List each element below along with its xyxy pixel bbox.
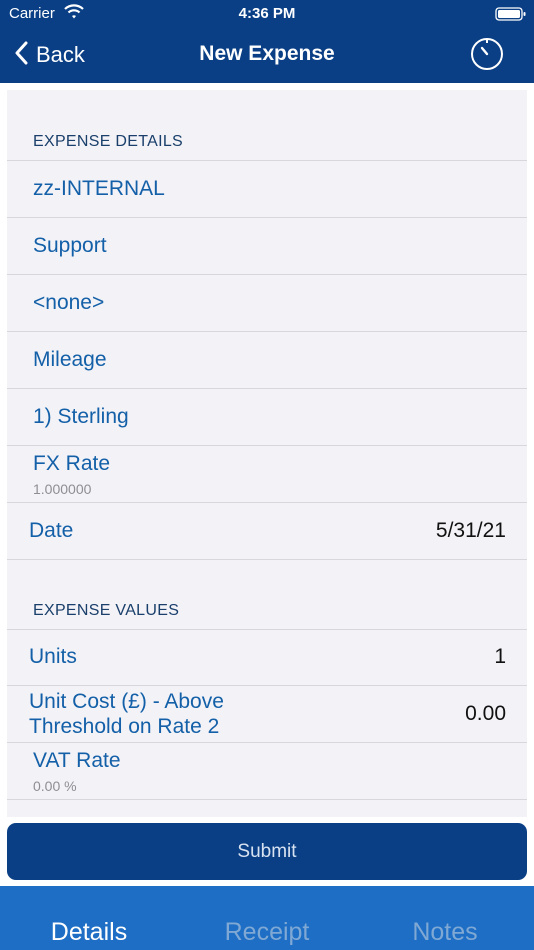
expense-form: EXPENSE DETAILS zz-INTERNAL Support <non… (7, 90, 527, 817)
status-bar: Carrier 4:36 PM (0, 0, 534, 28)
unit-cost-label: Unit Cost (£) - Above Threshold on Rate … (29, 689, 224, 739)
fx-rate-label: FX Rate (33, 452, 111, 475)
list-item[interactable]: Mileage (7, 332, 527, 389)
date-value: 5/31/21 (435, 519, 506, 542)
unit-cost-label-line2: Threshold on Rate 2 (29, 715, 220, 738)
stopwatch-icon (469, 38, 505, 76)
date-label: Date (29, 519, 74, 542)
section-header-expense-values: EXPENSE VALUES (33, 602, 180, 619)
row-label: Mileage (33, 348, 107, 371)
unit-cost-value: 0.00 (465, 702, 506, 725)
units-value: 1 (494, 645, 506, 668)
row-label: 1) Sterling (33, 405, 129, 428)
divider (7, 799, 527, 800)
tab-receipt[interactable]: Receipt (178, 918, 356, 947)
tab-notes[interactable]: Notes (356, 918, 534, 947)
tab-bar: Details Receipt Notes (0, 886, 534, 950)
units-row[interactable]: Units 1 (7, 629, 527, 686)
unit-cost-row[interactable]: Unit Cost (£) - Above Threshold on Rate … (7, 686, 527, 743)
tab-details[interactable]: Details (0, 918, 178, 947)
page-title: New Expense (199, 42, 335, 65)
fx-rate-value: 1.000000 (33, 481, 92, 497)
status-time: 4:36 PM (238, 5, 296, 22)
timer-button[interactable] (469, 36, 505, 77)
divider (7, 559, 527, 560)
list-item[interactable]: Support (7, 218, 527, 275)
vat-rate-row[interactable]: VAT Rate 0.00 % (7, 743, 527, 800)
unit-cost-label-line1: Unit Cost (£) - Above (29, 690, 224, 713)
navigation-bar: Back New Expense (0, 28, 534, 83)
vat-rate-label: VAT Rate (33, 749, 121, 772)
date-row[interactable]: Date 5/31/21 (7, 503, 527, 560)
fx-rate-row[interactable]: FX Rate 1.000000 (7, 446, 527, 503)
battery-icon (495, 6, 527, 27)
row-label: zz-INTERNAL (33, 177, 165, 200)
submit-button[interactable]: Submit (7, 823, 527, 880)
list-item[interactable]: <none> (7, 275, 527, 332)
section-header-expense-details: EXPENSE DETAILS (33, 133, 184, 150)
units-label: Units (29, 645, 77, 668)
row-label: <none> (33, 291, 105, 314)
row-label: Support (33, 234, 107, 257)
vat-rate-value: 0.00 % (33, 778, 77, 794)
list-item[interactable]: 1) Sterling (7, 389, 527, 446)
list-item[interactable]: zz-INTERNAL (7, 161, 527, 218)
